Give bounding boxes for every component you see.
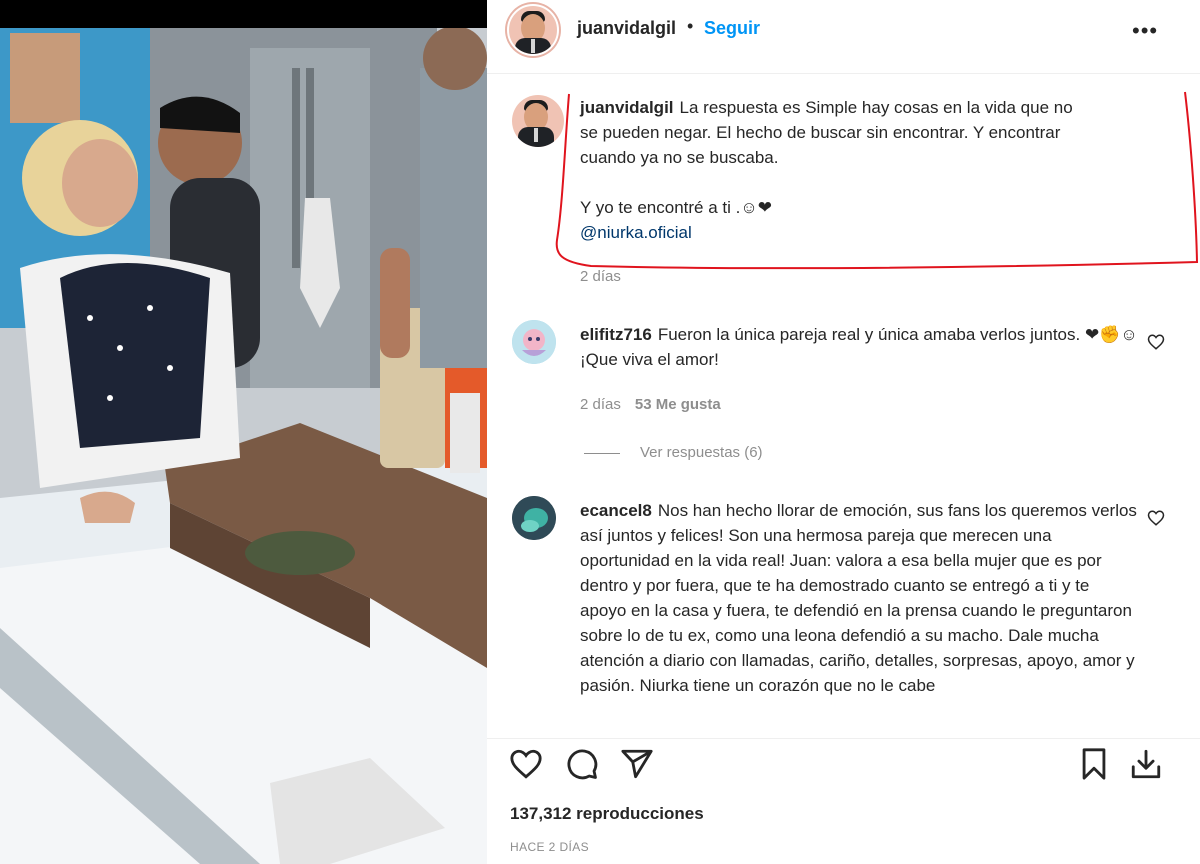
bookmark-icon[interactable] bbox=[1077, 747, 1111, 781]
view-count[interactable]: 137,312 reproducciones bbox=[510, 804, 704, 824]
comment-icon[interactable] bbox=[565, 747, 599, 781]
view-replies[interactable]: Ver respuestas (6) bbox=[584, 444, 763, 461]
download-icon[interactable] bbox=[1129, 747, 1163, 781]
heart-icon[interactable] bbox=[509, 747, 543, 781]
comment-2-like-icon[interactable] bbox=[1147, 509, 1165, 527]
comment-1: elifitz716 Fueron la única pareja real y … bbox=[580, 322, 1140, 372]
commenter-avatar[interactable] bbox=[512, 496, 556, 540]
author-username[interactable]: juanvidalgil bbox=[577, 18, 676, 39]
comment-1-like-icon[interactable] bbox=[1147, 333, 1165, 351]
follow-button[interactable]: Seguir bbox=[704, 18, 760, 39]
comment-1-likes[interactable]: 53 Me gusta bbox=[635, 396, 721, 413]
post-media[interactable] bbox=[0, 0, 487, 864]
separator-dot: • bbox=[687, 16, 694, 36]
comment-1-username[interactable]: elifitz716 bbox=[580, 325, 652, 344]
post-timestamp[interactable]: HACE 2 DÍAS bbox=[510, 840, 589, 854]
replies-divider bbox=[584, 452, 620, 454]
highlight-annotation bbox=[555, 91, 1199, 270]
view-replies-label[interactable]: Ver respuestas (6) bbox=[640, 444, 763, 461]
comment-1-meta: 2 días 53 Me gusta bbox=[580, 396, 735, 413]
comment-2-username[interactable]: ecancel8 bbox=[580, 501, 652, 520]
author-avatar[interactable] bbox=[507, 4, 559, 56]
comment-2: ecancel8 Nos han hecho llorar de emoción,… bbox=[580, 498, 1140, 698]
caption-time[interactable]: 2 días bbox=[580, 268, 621, 285]
comment-1-text: Fueron la única pareja real y única amab… bbox=[580, 325, 1138, 369]
post-header: juanvidalgil • Seguir ••• bbox=[487, 0, 1200, 74]
media-top-bar bbox=[0, 0, 487, 28]
video-scene-illustration bbox=[0, 28, 487, 864]
more-options-icon[interactable]: ••• bbox=[1132, 18, 1158, 44]
caption-meta: 2 días bbox=[580, 268, 635, 285]
post-actions bbox=[487, 738, 1200, 788]
commenter-avatar[interactable] bbox=[512, 320, 556, 364]
comments-list[interactable]: juanvidalgil La respuesta es Simple hay c… bbox=[487, 75, 1200, 717]
share-icon[interactable] bbox=[620, 747, 654, 781]
post-details-panel: juanvidalgil • Seguir ••• juanvidalgil La… bbox=[487, 0, 1200, 864]
comment-2-text: Nos han hecho llorar de emoción, sus fan… bbox=[580, 501, 1137, 695]
comment-1-time[interactable]: 2 días bbox=[580, 396, 621, 413]
video-frame[interactable] bbox=[0, 28, 487, 864]
